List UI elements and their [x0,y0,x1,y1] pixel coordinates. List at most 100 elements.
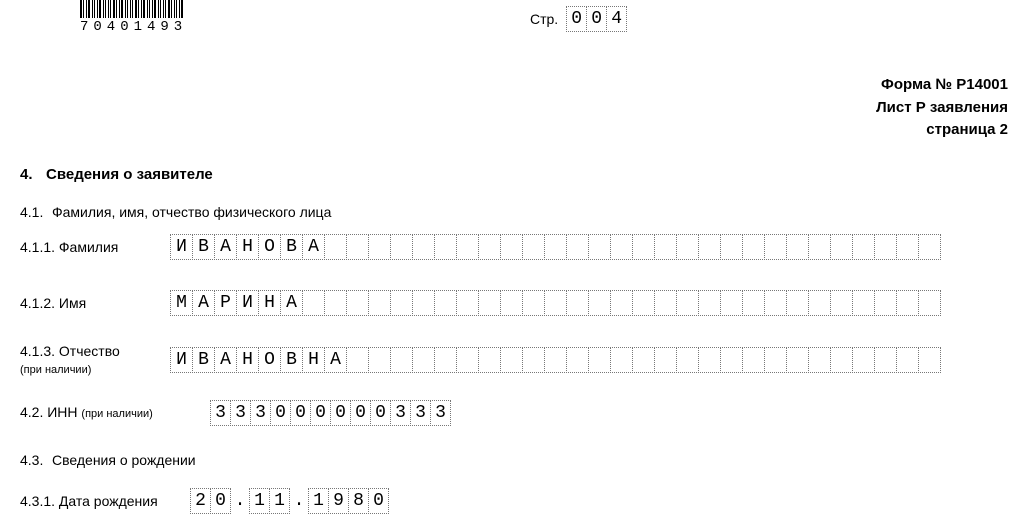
cell: 0 [210,488,231,514]
cell [720,347,743,373]
cell: 0 [566,6,587,32]
cell: 0 [368,488,389,514]
barcode-number: 70401493 [80,20,187,34]
cell: 1 [308,488,329,514]
cell [500,347,523,373]
cell [830,290,853,316]
cell [764,290,787,316]
cell [764,234,787,260]
cell: В [280,347,303,373]
cell [896,290,919,316]
barcode: 70401493 [80,0,187,34]
cell [830,347,853,373]
cell [918,290,941,316]
cell: Н [258,290,281,316]
cell [808,290,831,316]
cell: О [258,347,281,373]
page-number-block: Стр. 004 [530,6,627,32]
cell [566,347,589,373]
cell: А [214,347,237,373]
cell [412,290,435,316]
cell: А [302,234,325,260]
cell [808,234,831,260]
row-name: 4.1.2. Имя МАРИНА [20,290,941,316]
cell: О [258,234,281,260]
cell: Н [236,347,259,373]
cell [456,234,479,260]
cell [412,234,435,260]
cell: 3 [410,400,431,426]
row-patronymic: 4.1.3. Отчество (при наличии) ИВАНОВНА [20,343,941,377]
cell [346,234,369,260]
cell [742,234,765,260]
cell [830,234,853,260]
label-surname: 4.1.1. Фамилия [20,239,170,256]
cell [610,347,633,373]
cell [918,234,941,260]
cell: В [192,234,215,260]
cell [852,290,875,316]
cell [676,347,699,373]
cell [720,290,743,316]
cell: 9 [328,488,349,514]
section-4-title: 4.Сведения о заявителе [20,166,213,183]
cell [390,347,413,373]
section-4-3-title: 4.3.Сведения о рождении [20,452,196,468]
cell [698,290,721,316]
cell [698,234,721,260]
section-4-1-title: 4.1.Фамилия, имя, отчество физического л… [20,204,331,220]
cell [478,347,501,373]
cell [852,234,875,260]
cell [742,290,765,316]
cell [610,290,633,316]
cell [324,290,347,316]
cell [500,234,523,260]
cell: Н [302,347,325,373]
cell [632,347,655,373]
page-label: Стр. [530,11,558,27]
cell: 8 [348,488,369,514]
cell: 1 [249,488,270,514]
date-separator: . [231,491,249,511]
cell [478,290,501,316]
cell: А [192,290,215,316]
page-number-cells: 004 [566,6,627,32]
cell [852,347,875,373]
cell [324,234,347,260]
cell: 4 [606,6,627,32]
cell [544,234,567,260]
cell [544,347,567,373]
cell [654,347,677,373]
cells-patronymic: ИВАНОВНА [170,347,941,373]
page-name: страница 2 [876,119,1008,142]
cell [522,347,545,373]
cell [434,290,457,316]
cell: Н [236,234,259,260]
cell [368,290,391,316]
cell [874,347,897,373]
cell [346,347,369,373]
cell [390,290,413,316]
row-inn: 4.2. ИНН (при наличии) 333000000333 [20,400,451,426]
cell [544,290,567,316]
cell: А [324,347,347,373]
cell [500,290,523,316]
cell: 3 [210,400,231,426]
cell: 1 [269,488,290,514]
cells-inn: 333000000333 [210,400,451,426]
cell: 3 [390,400,411,426]
cell: 3 [230,400,251,426]
form-number: Форма № Р14001 [876,74,1008,97]
cell [588,290,611,316]
cell [346,290,369,316]
cell [522,290,545,316]
cell [434,234,457,260]
cell: 0 [350,400,371,426]
cell [654,290,677,316]
cell [896,234,919,260]
form-header: Форма № Р14001 Лист Р заявления страница… [876,74,1008,142]
row-birthdate: 4.3.1. Дата рождения 20.11.1980 [20,488,389,514]
cell [478,234,501,260]
cell: 0 [290,400,311,426]
cell: И [170,234,193,260]
